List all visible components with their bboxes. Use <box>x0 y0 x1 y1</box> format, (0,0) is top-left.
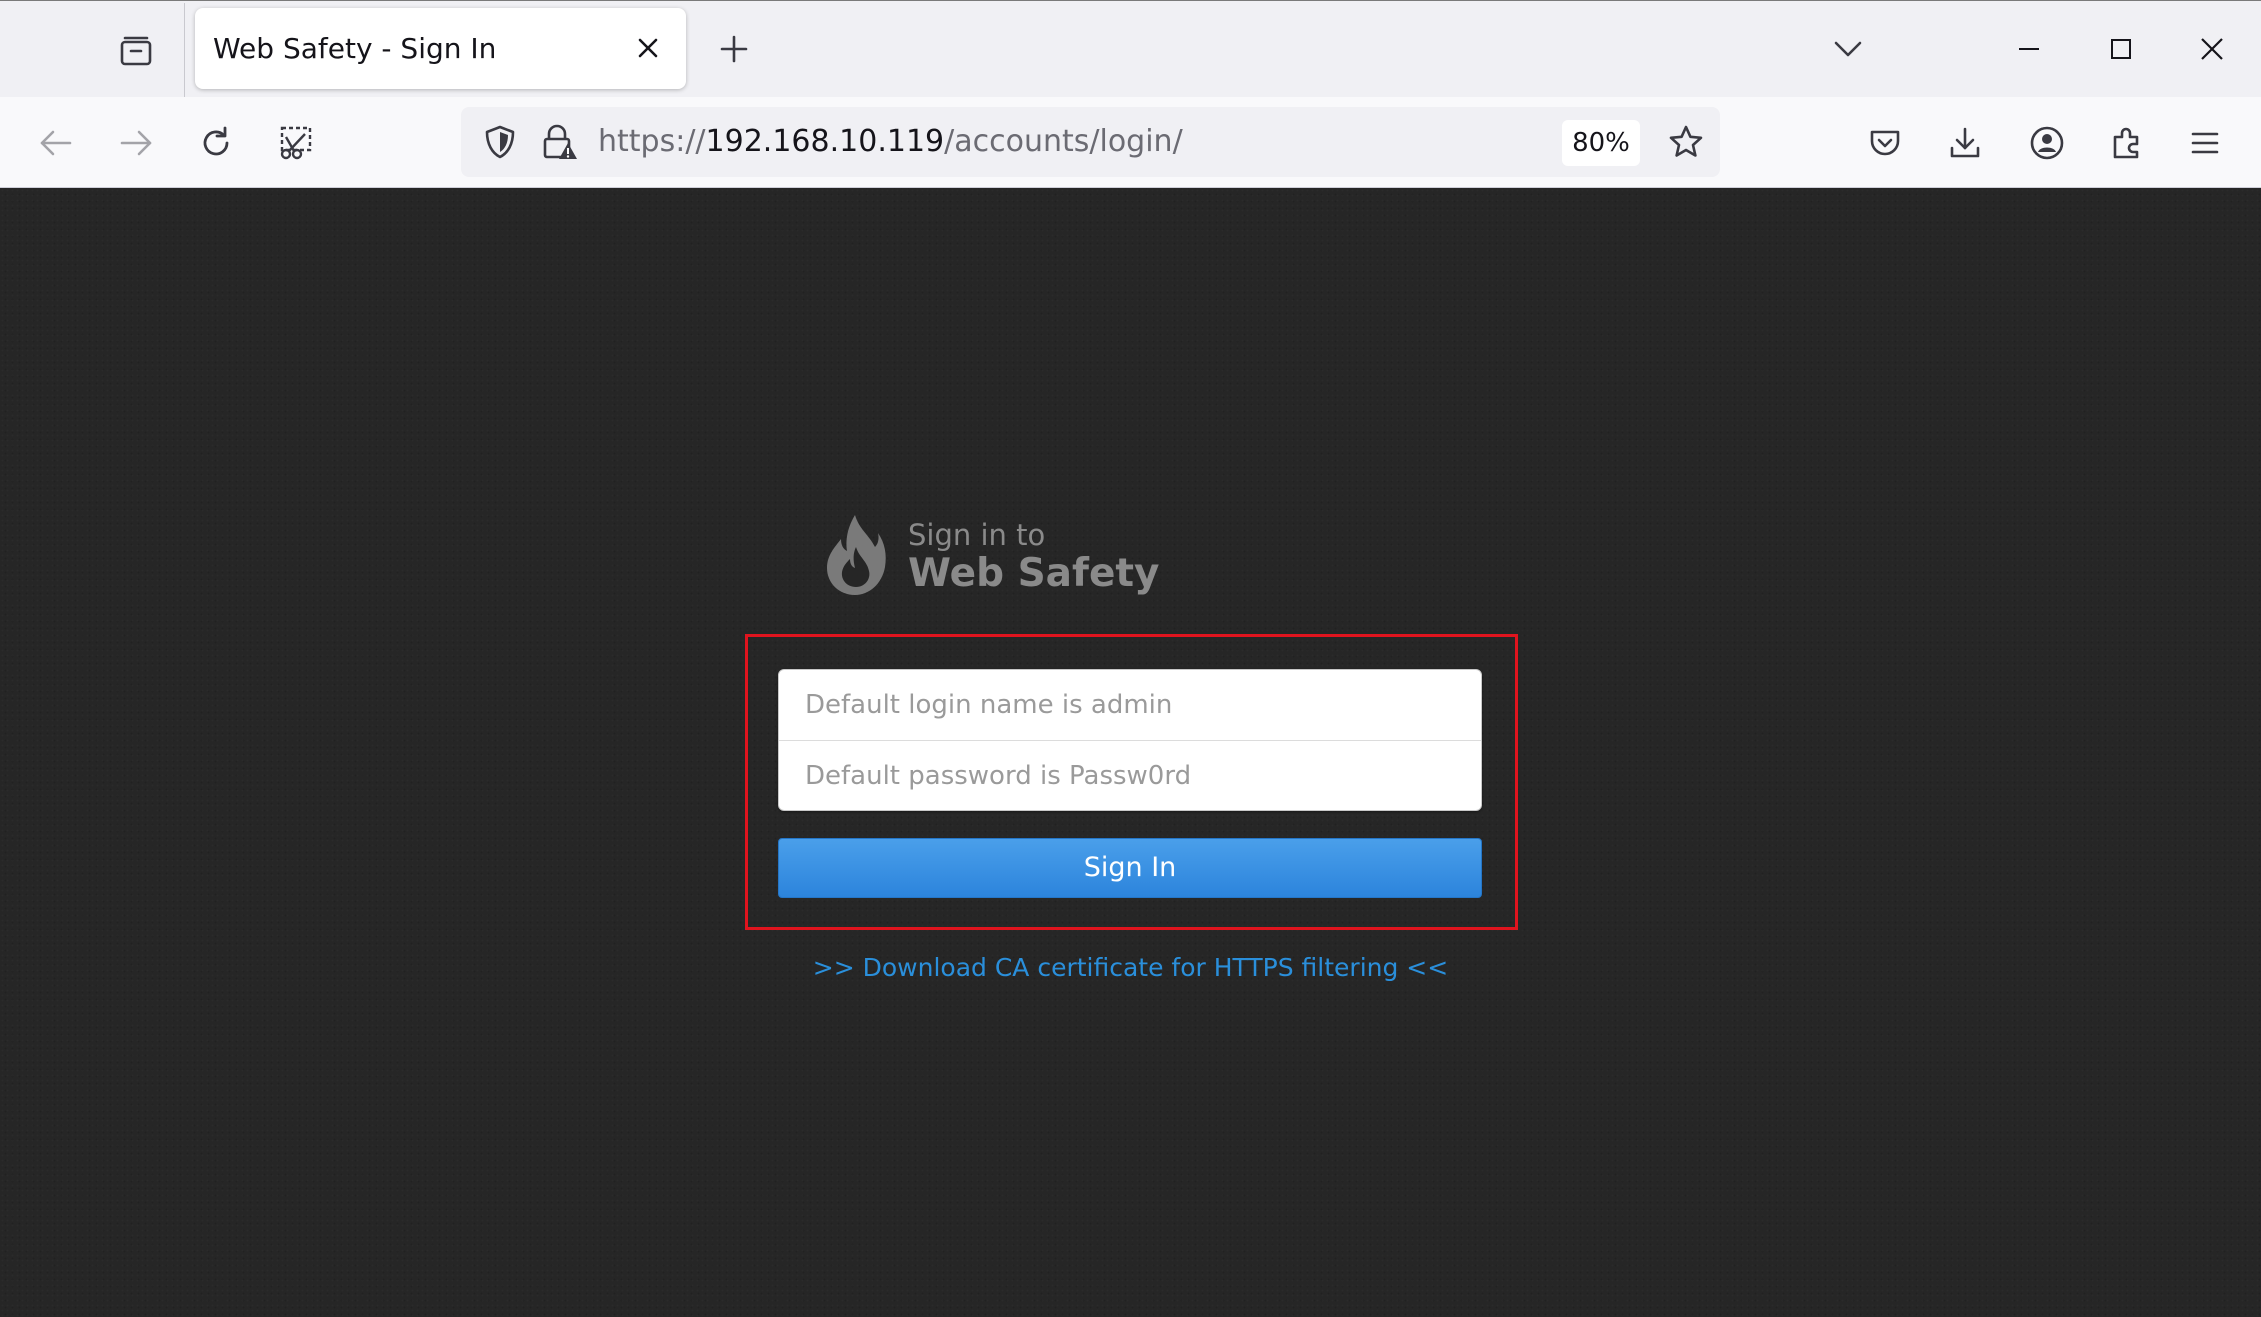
browser-window: Web Safety - Sign In https://192.168.10.… <box>0 0 2261 1317</box>
lock-warning-icon <box>540 123 578 161</box>
screenshot-button[interactable] <box>268 115 324 171</box>
sign-in-button[interactable]: Sign In <box>778 838 1482 898</box>
tab-separator <box>184 3 185 97</box>
page-content: Sign in to Web Safety Sign In >> Downloa… <box>0 188 2261 1317</box>
maximize-button[interactable] <box>2093 21 2149 77</box>
minimize-icon <box>2018 38 2040 60</box>
chevron-down-icon <box>1833 39 1863 59</box>
reload-button[interactable] <box>188 115 244 171</box>
tab-list-button[interactable] <box>100 23 172 79</box>
username-input[interactable] <box>779 670 1481 740</box>
close-icon <box>2200 37 2224 61</box>
tab-list-icon <box>119 34 153 68</box>
tab-strip: Web Safety - Sign In <box>0 0 2261 97</box>
login-input-group <box>778 669 1482 811</box>
pocket-button[interactable] <box>1857 115 1913 171</box>
maximize-icon <box>2110 38 2132 60</box>
account-icon <box>2029 125 2065 161</box>
downloads-button[interactable] <box>1937 115 1993 171</box>
forward-button[interactable] <box>108 115 164 171</box>
close-icon <box>637 37 659 59</box>
url-scheme: https:// <box>598 124 706 159</box>
tab-title: Web Safety - Sign In <box>213 32 497 65</box>
sign-in-subtitle: Sign in to <box>908 518 1046 552</box>
new-tab-button[interactable] <box>710 25 758 73</box>
window-close-button[interactable] <box>2184 21 2240 77</box>
flame-logo-icon <box>825 513 887 597</box>
site-security-button[interactable] <box>534 117 584 167</box>
reload-icon <box>199 126 233 160</box>
puzzle-icon <box>2110 126 2144 160</box>
url-bar[interactable]: https://192.168.10.119/accounts/login/ 8… <box>461 107 1720 177</box>
hamburger-menu-icon <box>2190 130 2220 156</box>
app-menu-button[interactable] <box>2177 115 2233 171</box>
bookmark-button[interactable] <box>1661 117 1711 167</box>
arrow-right-icon <box>118 128 154 158</box>
tab-web-safety[interactable]: Web Safety - Sign In <box>195 8 686 89</box>
tracking-protection-button[interactable] <box>475 117 525 167</box>
minimize-button[interactable] <box>2001 21 2057 77</box>
url-text[interactable]: https://192.168.10.119/accounts/login/ <box>598 107 1183 177</box>
url-path: /accounts/login/ <box>944 124 1183 159</box>
download-icon <box>1948 126 1982 160</box>
zoom-reset-button[interactable]: 80% <box>1562 120 1640 166</box>
extensions-button[interactable] <box>2099 115 2155 171</box>
account-button[interactable] <box>2019 115 2075 171</box>
sign-in-header: Sign in to Web Safety <box>825 513 1185 596</box>
navigation-toolbar: https://192.168.10.119/accounts/login/ 8… <box>0 97 2261 188</box>
url-host: 192.168.10.119 <box>705 124 945 159</box>
product-name: Web Safety <box>908 551 1160 596</box>
list-all-tabs-button[interactable] <box>1826 27 1870 71</box>
arrow-left-icon <box>38 128 74 158</box>
back-button[interactable] <box>28 115 84 171</box>
star-icon <box>1668 124 1704 160</box>
pocket-icon <box>1868 127 1902 159</box>
tab-close-button[interactable] <box>628 28 668 68</box>
ca-certificate-link-row: >> Download CA certificate for HTTPS fil… <box>0 953 2261 982</box>
download-ca-certificate-link[interactable]: >> Download CA certificate for HTTPS fil… <box>813 953 1448 982</box>
password-input[interactable] <box>779 741 1481 810</box>
screenshot-icon <box>277 125 315 161</box>
plus-icon <box>719 34 749 64</box>
shield-icon <box>484 124 516 160</box>
